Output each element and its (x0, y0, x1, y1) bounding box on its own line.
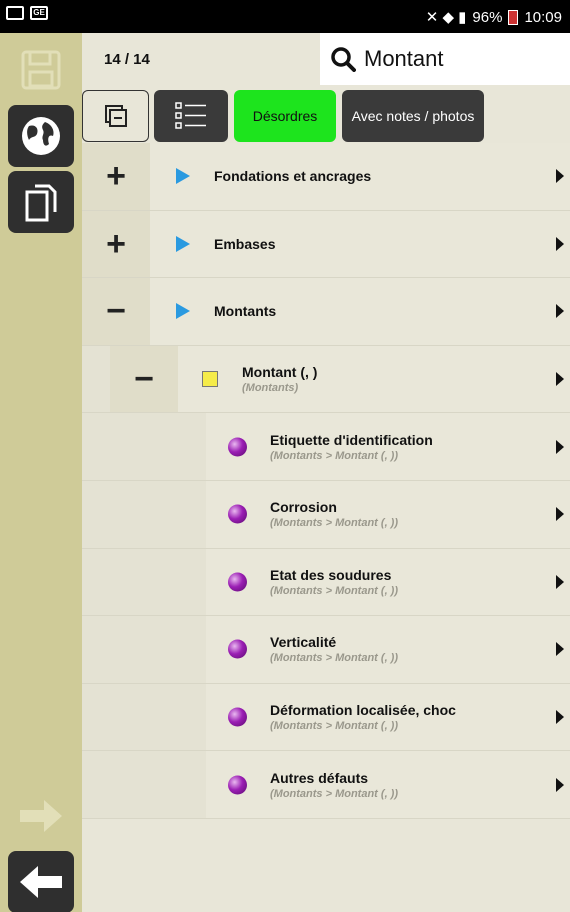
collapse-button[interactable]: − (110, 345, 178, 413)
left-rail (0, 33, 82, 912)
ball-icon (228, 437, 247, 457)
search-input[interactable]: Montant (364, 46, 444, 72)
chevron-right-icon[interactable] (556, 236, 564, 251)
ball-icon (228, 639, 247, 659)
save-button[interactable] (8, 39, 74, 101)
expand-button[interactable]: + (82, 210, 150, 278)
item-path: (Montants > Montant (, )) (270, 449, 399, 462)
collapse-all-button[interactable] (82, 90, 149, 142)
triangle-icon (176, 303, 190, 320)
list-item[interactable]: + Embases (82, 210, 570, 279)
collapse-icon (104, 105, 127, 127)
expand-button[interactable]: + (82, 143, 150, 210)
header: 14 / 14 Montant (82, 33, 570, 87)
list-item[interactable]: − Montant (, ) (Montants) (82, 345, 570, 414)
item-title: Corrosion (270, 499, 337, 516)
chevron-right-icon[interactable] (556, 304, 564, 319)
ball-icon (228, 707, 247, 727)
list-item[interactable]: + Fondations et ancrages (82, 143, 570, 211)
chevron-right-icon[interactable] (556, 169, 564, 184)
arrow-right-icon (20, 800, 62, 832)
item-title: Montant (, ) (242, 364, 318, 381)
chevron-right-icon[interactable] (556, 574, 564, 589)
list-item[interactable]: Autres défauts (Montants > Montant (, )) (82, 751, 570, 819)
item-path: (Montants > Montant (, )) (270, 652, 399, 665)
list-item[interactable]: Déformation localisée, choc (Montants > … (82, 683, 570, 752)
battery-icon (508, 9, 519, 25)
ball-icon (228, 775, 247, 795)
list-item[interactable]: Etiquette d'identification (Montants > M… (82, 413, 570, 481)
triangle-icon (176, 235, 190, 252)
chevron-right-icon[interactable] (556, 372, 564, 387)
chevron-right-icon[interactable] (556, 777, 564, 792)
save-icon (21, 50, 61, 90)
list-item[interactable]: Etat des soudures (Montants > Montant (,… (82, 548, 570, 617)
collapse-button[interactable]: − (82, 278, 150, 345)
filter-toolbar: Désordres Avec notes / photos (82, 87, 570, 145)
status-left-icons: GE (6, 6, 48, 20)
chevron-right-icon[interactable] (556, 710, 564, 725)
item-title: Verticalité (270, 634, 337, 651)
ge-icon: GE (30, 6, 48, 20)
ball-icon (228, 504, 247, 524)
search-box[interactable]: Montant (320, 33, 570, 85)
list-item[interactable]: Verticalité (Montants > Montant (, )) (82, 616, 570, 684)
chevron-right-icon[interactable] (556, 439, 564, 454)
item-title: Etiquette d'identification (270, 431, 433, 448)
item-path: (Montants > Montant (, )) (270, 517, 399, 530)
item-title: Fondations et ancrages (214, 168, 372, 185)
arrow-left-icon (20, 866, 62, 898)
clock: 10:09 (524, 8, 562, 26)
item-path: (Montants) (242, 382, 299, 395)
gallery-icon (6, 6, 24, 20)
status-bar: GE ✕ ◆ ▮ 96% 10:09 (0, 0, 570, 33)
notes-photos-filter-button[interactable]: Avec notes / photos (342, 90, 484, 142)
signal-icon: ✕ ◆ ▮ (425, 9, 467, 26)
search-icon (331, 47, 356, 72)
item-path: (Montants > Montant (, )) (270, 584, 399, 597)
status-right: ✕ ◆ ▮ 96% 10:09 (425, 8, 562, 27)
item-path: (Montants > Montant (, )) (270, 787, 399, 800)
item-counter: 14 / 14 (104, 51, 150, 68)
tree-list: + Fondations et ancrages + Embases − Mon… (82, 143, 570, 819)
item-title: Etat des soudures (270, 566, 392, 583)
triangle-icon (176, 168, 190, 185)
list-view-button[interactable] (154, 90, 228, 142)
list-icon (175, 102, 206, 129)
list-item[interactable]: − Montants (82, 278, 570, 346)
back-button[interactable] (8, 851, 74, 912)
item-title: Déformation localisée, choc (270, 702, 456, 719)
battery-percent: 96% (472, 8, 503, 26)
chevron-right-icon[interactable] (556, 642, 564, 657)
next-button[interactable] (8, 785, 74, 847)
list-item[interactable]: Corrosion (Montants > Montant (, )) (82, 480, 570, 549)
desordres-filter-button[interactable]: Désordres (234, 90, 336, 142)
copy-icon (25, 184, 57, 222)
globe-button[interactable] (8, 105, 74, 167)
item-path: (Montants > Montant (, )) (270, 720, 399, 733)
globe-icon (22, 117, 60, 155)
square-icon (202, 371, 218, 388)
item-title: Autres défauts (270, 769, 369, 786)
copy-button[interactable] (8, 171, 74, 233)
item-title: Embases (214, 235, 276, 252)
chevron-right-icon[interactable] (556, 507, 564, 522)
item-title: Montants (214, 303, 277, 320)
ball-icon (228, 572, 247, 592)
